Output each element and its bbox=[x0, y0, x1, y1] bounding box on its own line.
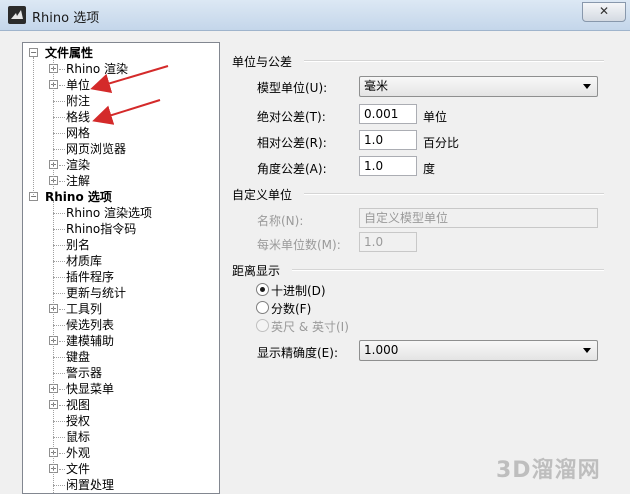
display-precision-dropdown[interactable]: 1.000 bbox=[359, 340, 598, 361]
distance-display-section-title: 距离显示 bbox=[232, 264, 281, 278]
collapse-icon[interactable]: − bbox=[29, 48, 38, 57]
title-bar: Rhino 选项 ✕ bbox=[0, 0, 630, 31]
close-icon: ✕ bbox=[598, 4, 610, 18]
tree-item-label: 外观 bbox=[66, 446, 91, 460]
custom-name-input: 自定义模型单位 bbox=[359, 208, 598, 228]
tree-item-label: 格线 bbox=[66, 110, 91, 124]
units-section-title: 单位与公差 bbox=[232, 55, 293, 69]
tree-connector bbox=[53, 437, 65, 438]
tree-item-label: 材质库 bbox=[66, 254, 103, 268]
tree-connector bbox=[53, 229, 65, 230]
abs-tolerance-label: 绝对公差(T): bbox=[257, 110, 326, 124]
tree-item-label: 鼠标 bbox=[66, 430, 91, 444]
tree-item-label: 网页浏览器 bbox=[66, 142, 127, 156]
rel-tolerance-label: 相对公差(R): bbox=[257, 136, 327, 150]
tree-item-label: 别名 bbox=[66, 238, 91, 252]
tree-root-line bbox=[33, 57, 34, 195]
decimal-radio-label: 十进制(D) bbox=[271, 284, 326, 298]
angle-tolerance-label: 角度公差(A): bbox=[257, 162, 327, 176]
tree-item-label: 附注 bbox=[66, 94, 91, 108]
custom-units-section-title: 自定义单位 bbox=[232, 188, 293, 202]
watermark: 3D溜溜网 bbox=[496, 458, 601, 483]
tree-connector bbox=[53, 277, 65, 278]
model-unit-value: 毫米 bbox=[364, 79, 389, 93]
rel-tolerance-unit: 百分比 bbox=[423, 136, 460, 150]
tree-item-label: 插件程序 bbox=[66, 270, 115, 284]
custom-units-divider bbox=[304, 193, 604, 195]
tree-item-label: 更新与统计 bbox=[66, 286, 127, 300]
angle-tolerance-unit: 度 bbox=[423, 162, 436, 176]
units-per-meter-label: 每米单位数(M): bbox=[257, 238, 341, 252]
fractional-radio[interactable] bbox=[256, 301, 269, 314]
tree-item-label: 文件 bbox=[66, 462, 91, 476]
tree-connector bbox=[53, 245, 65, 246]
tree-item-label: Rhino 选项 bbox=[45, 190, 112, 204]
units-per-meter-input: 1.0 bbox=[359, 232, 417, 252]
tree-item-label: 键盘 bbox=[66, 350, 91, 364]
tree-connector bbox=[59, 69, 65, 70]
tree-connector bbox=[59, 405, 65, 406]
tree-connector bbox=[53, 101, 65, 102]
decimal-radio[interactable] bbox=[256, 283, 269, 296]
display-precision-value: 1.000 bbox=[364, 343, 399, 357]
feet-inches-radio bbox=[256, 319, 269, 332]
tree-connector bbox=[53, 485, 65, 486]
fractional-radio-label: 分数(F) bbox=[271, 302, 312, 316]
tree-guide-line bbox=[53, 201, 54, 493]
tree-item-label: 授权 bbox=[66, 414, 91, 428]
tree-connector bbox=[53, 117, 65, 118]
tree-connector bbox=[53, 325, 65, 326]
tree-connector bbox=[53, 293, 65, 294]
model-unit-dropdown[interactable]: 毫米 bbox=[359, 76, 598, 97]
model-unit-label: 模型单位(U): bbox=[257, 81, 328, 95]
tree-item-label: 快显菜单 bbox=[66, 382, 115, 396]
tree-item-label: 网格 bbox=[66, 126, 91, 140]
units-section-divider bbox=[304, 60, 604, 62]
tree-item-label: 视图 bbox=[66, 398, 91, 412]
tree-connector bbox=[59, 85, 65, 86]
tree-item-label: Rhino 渲染选项 bbox=[66, 206, 153, 220]
distance-display-divider bbox=[292, 269, 604, 271]
tree-connector bbox=[53, 213, 65, 214]
tree-connector bbox=[53, 373, 65, 374]
rel-tolerance-input[interactable]: 1.0 bbox=[359, 130, 417, 150]
abs-tolerance-input[interactable]: 0.001 bbox=[359, 104, 417, 124]
tree-item-label: Rhino指令码 bbox=[66, 222, 137, 236]
feet-inches-radio-label: 英尺 & 英寸(I) bbox=[271, 320, 349, 334]
close-button[interactable]: ✕ bbox=[582, 2, 626, 22]
tree-connector bbox=[59, 469, 65, 470]
options-tree[interactable]: − 文件属性 + Rhino 渲染 + 单位 附注 格线 网格 网页浏览器 + 渲染 + 注解 − Rhino… bbox=[22, 42, 220, 494]
tree-connector bbox=[59, 309, 65, 310]
tree-connector bbox=[53, 133, 65, 134]
tree-connector bbox=[59, 341, 65, 342]
tree-item-label: 工具列 bbox=[66, 302, 103, 316]
tree-connector bbox=[53, 421, 65, 422]
tree-item-label: 候选列表 bbox=[66, 318, 115, 332]
tree-item-label: 注解 bbox=[66, 174, 91, 188]
tree-connector bbox=[53, 261, 65, 262]
tree-item-label: 建模辅助 bbox=[66, 334, 115, 348]
tree-connector bbox=[59, 453, 65, 454]
tree-item-label: 闲置处理 bbox=[66, 478, 115, 492]
window-title: Rhino 选项 bbox=[32, 11, 100, 26]
tree-item-label: 单位 bbox=[66, 78, 91, 92]
chevron-down-icon bbox=[583, 84, 591, 89]
tree-connector bbox=[59, 165, 65, 166]
tree-item-label: 渲染 bbox=[66, 158, 91, 172]
tree-connector bbox=[59, 389, 65, 390]
abs-tolerance-unit: 单位 bbox=[423, 110, 448, 124]
tree-item-label: Rhino 渲染 bbox=[66, 62, 129, 76]
rhino-app-icon bbox=[8, 6, 26, 24]
tree-connector bbox=[59, 181, 65, 182]
custom-name-label: 名称(N): bbox=[257, 214, 304, 228]
tree-guide-line bbox=[53, 57, 54, 189]
display-precision-label: 显示精确度(E): bbox=[257, 346, 338, 360]
tree-connector bbox=[53, 357, 65, 358]
tree-item-label: 警示器 bbox=[66, 366, 103, 380]
angle-tolerance-input[interactable]: 1.0 bbox=[359, 156, 417, 176]
chevron-down-icon bbox=[583, 348, 591, 353]
tree-connector bbox=[53, 149, 65, 150]
